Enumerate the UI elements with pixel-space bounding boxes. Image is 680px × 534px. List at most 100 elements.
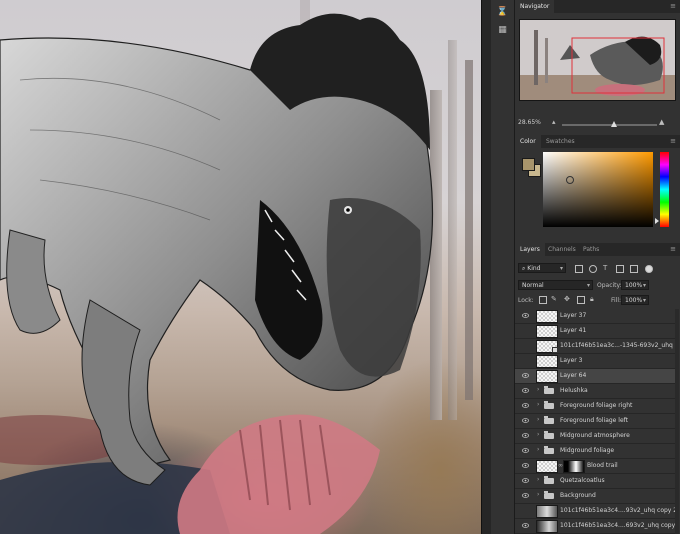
history-icon[interactable]: ⌛ <box>496 6 509 18</box>
smart-object-filter-icon[interactable] <box>630 265 638 273</box>
layer-thumbnail <box>536 325 558 338</box>
chevron-down-icon: ▾ <box>642 282 646 289</box>
lock-all-icon[interactable]: 🔒︎ <box>590 295 594 304</box>
layer-row[interactable]: › Midground atmosphere <box>515 429 675 444</box>
eye-icon[interactable] <box>522 462 529 469</box>
layer-thumbnail <box>536 355 558 368</box>
fill-label: Fill: <box>611 297 622 304</box>
visibility-toggle[interactable] <box>522 327 529 334</box>
layer-mask-thumbnail[interactable] <box>563 460 585 473</box>
lock-transparent-icon[interactable] <box>539 296 547 304</box>
layer-row[interactable]: Layer 37 <box>515 309 675 324</box>
zoom-percentage[interactable]: 28.65% <box>518 119 541 126</box>
hue-slider-arrow[interactable] <box>655 218 659 224</box>
layer-row[interactable]: › Helushka <box>515 384 675 399</box>
tab-channels[interactable]: Channels <box>543 243 581 256</box>
panel-menu-icon[interactable]: ≡ <box>670 135 676 148</box>
layer-row[interactable]: Layer 64 <box>515 369 675 384</box>
eye-icon[interactable] <box>522 477 529 484</box>
eye-icon[interactable] <box>522 432 529 439</box>
lock-label: Lock: <box>518 297 534 304</box>
visibility-toggle[interactable] <box>522 357 529 364</box>
eye-icon[interactable] <box>522 372 529 379</box>
fill-value: 100% <box>625 297 643 304</box>
layer-name: Helushka <box>560 387 588 394</box>
layer-name: 101c1f46b51ea3c4....93v2_uhq copy 2 <box>560 507 675 514</box>
blend-mode-select[interactable]: Normal ▾ <box>518 280 593 290</box>
filter-toggle-icon[interactable] <box>645 265 653 273</box>
folder-icon <box>544 491 554 499</box>
document-canvas[interactable] <box>0 0 481 534</box>
layer-thumbnail <box>536 505 558 518</box>
folder-icon <box>544 401 554 409</box>
layer-row[interactable]: › Foreground foliage left <box>515 414 675 429</box>
layer-row[interactable]: Layer 3 <box>515 354 675 369</box>
zoom-slider-handle[interactable] <box>611 121 618 127</box>
lock-artboard-icon[interactable] <box>577 296 585 304</box>
eye-icon[interactable] <box>522 447 529 454</box>
eye-icon[interactable] <box>522 312 529 319</box>
type-filter-icon[interactable]: T <box>603 264 607 272</box>
shape-filter-icon[interactable] <box>616 265 624 273</box>
layer-name: Foreground foliage left <box>560 417 628 424</box>
layer-name: Layer 64 <box>560 372 587 379</box>
layer-row[interactable]: 101c1f46b51ea3c4....693v2_uhq copy <box>515 519 675 534</box>
chevron-right-icon[interactable]: › <box>537 386 539 393</box>
chevron-right-icon[interactable]: › <box>537 446 539 453</box>
eye-icon[interactable] <box>522 522 529 529</box>
pixel-filter-icon[interactable] <box>575 265 583 273</box>
adjustment-filter-icon[interactable] <box>589 265 597 273</box>
chevron-right-icon[interactable]: › <box>537 491 539 498</box>
color-tabbar: Color Swatches ≡ <box>515 135 680 148</box>
chevron-right-icon[interactable]: › <box>537 401 539 408</box>
layer-row[interactable]: › Quetzalcoatlus <box>515 474 675 489</box>
tab-swatches[interactable]: Swatches <box>541 135 580 148</box>
fill-input[interactable]: 100% ▾ <box>621 295 649 305</box>
chevron-right-icon[interactable]: › <box>537 416 539 423</box>
tab-layers[interactable]: Layers <box>515 243 545 256</box>
zoom-out-icon[interactable]: ▴ <box>552 118 556 126</box>
layer-name: Blood trail <box>587 462 618 469</box>
layer-thumbnail <box>536 460 558 473</box>
layer-filter-select[interactable]: ⌕ Kind ▾ <box>518 263 566 273</box>
tab-color[interactable]: Color <box>515 135 541 148</box>
lock-position-icon[interactable]: ✥ <box>564 295 570 303</box>
chevron-down-icon: ▾ <box>586 282 590 289</box>
chevron-down-icon: ▾ <box>559 265 563 272</box>
chevron-right-icon[interactable]: › <box>537 431 539 438</box>
panel-menu-icon[interactable]: ≡ <box>670 0 676 13</box>
layer-row[interactable]: › Background <box>515 489 675 504</box>
zoom-in-icon[interactable]: ▲ <box>659 118 664 126</box>
layer-row[interactable]: › Midground foliage <box>515 444 675 459</box>
zoom-slider[interactable] <box>562 121 657 127</box>
layer-row[interactable]: 101c1f46b51ea3c4....93v2_uhq copy 2 <box>515 504 675 519</box>
folder-icon <box>544 386 554 394</box>
layer-row[interactable]: Layer 41 <box>515 324 675 339</box>
lock-image-icon[interactable]: ✎ <box>551 295 557 303</box>
eye-icon[interactable] <box>522 387 529 394</box>
fg-bg-swatches[interactable] <box>520 154 541 177</box>
chevron-right-icon[interactable]: › <box>537 476 539 483</box>
eye-icon[interactable] <box>522 402 529 409</box>
layer-name: Layer 3 <box>560 357 583 364</box>
layers-tabbar: Layers Channels Paths ≡ <box>515 243 680 256</box>
opacity-input[interactable]: 100% ▾ <box>621 280 649 290</box>
eye-icon[interactable] <box>522 417 529 424</box>
layer-row[interactable]: ∞ Blood trail <box>515 459 675 474</box>
layer-name: Foreground foliage right <box>560 402 633 409</box>
tab-navigator[interactable]: Navigator <box>515 0 555 13</box>
visibility-toggle[interactable] <box>522 342 529 349</box>
color-picker-field[interactable] <box>543 152 653 227</box>
actions-icon[interactable]: ▦ <box>496 24 509 36</box>
color-picker-cursor[interactable] <box>566 176 574 184</box>
hue-slider[interactable] <box>660 152 669 227</box>
layers-scrollbar[interactable] <box>675 309 679 534</box>
panel-menu-icon[interactable]: ≡ <box>670 243 676 256</box>
layer-row[interactable]: › Foreground foliage right <box>515 399 675 414</box>
layer-row[interactable]: 101c1f46b51ea3c...-1345-693v2_uhq <box>515 339 675 354</box>
eye-icon[interactable] <box>522 492 529 499</box>
visibility-toggle[interactable] <box>522 507 529 514</box>
tab-paths[interactable]: Paths <box>578 243 604 256</box>
foreground-color-swatch[interactable] <box>522 158 535 171</box>
navigator-thumbnail[interactable] <box>519 19 676 101</box>
